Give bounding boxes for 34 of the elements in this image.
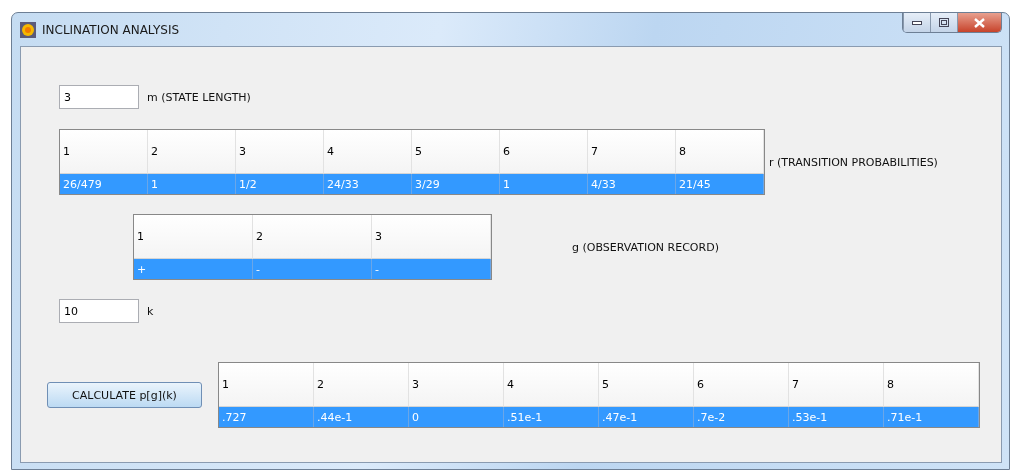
minimize-icon (912, 20, 922, 25)
minimize-button[interactable] (903, 13, 930, 32)
window-title: INCLINATION ANALYSIS (42, 22, 180, 37)
table-label: g (OBSERVATION RECORD) (572, 240, 719, 254)
column-header[interactable]: 8 (884, 363, 979, 407)
close-button[interactable] (957, 13, 1001, 32)
field-label: m (STATE LENGTH) (147, 90, 251, 104)
column-header[interactable]: 3 (409, 363, 504, 407)
column-header[interactable]: 1 (60, 130, 148, 174)
column-header[interactable]: 2 (314, 363, 409, 407)
column-header[interactable]: 4 (324, 130, 412, 174)
column-header[interactable]: 2 (253, 215, 372, 259)
column-header[interactable]: 5 (412, 130, 500, 174)
column-header[interactable]: 7 (588, 130, 676, 174)
table-label: r (TRANSITION PROBABILITIES) (769, 155, 938, 169)
input-field[interactable]: 10 (59, 299, 139, 323)
column-header[interactable]: 7 (789, 363, 884, 407)
column-header[interactable]: 4 (504, 363, 599, 407)
column-header[interactable]: 3 (236, 130, 324, 174)
input-field[interactable]: 3 (59, 85, 139, 109)
column-header[interactable]: 2 (148, 130, 236, 174)
column-header[interactable]: 6 (694, 363, 789, 407)
column-header[interactable]: 8 (676, 130, 764, 174)
column-header[interactable]: 3 (372, 215, 491, 259)
column-header[interactable]: 5 (599, 363, 694, 407)
column-header[interactable]: 1 (134, 215, 253, 259)
app-icon (20, 21, 36, 38)
column-header[interactable]: 1 (219, 363, 314, 407)
field-label: k (147, 304, 154, 318)
close-icon (974, 17, 985, 28)
column-header[interactable]: 6 (500, 130, 588, 174)
maximize-button[interactable] (930, 13, 957, 32)
calculate-button[interactable]: CALCULATE p[g](k) (47, 382, 202, 408)
maximize-icon (939, 18, 949, 27)
